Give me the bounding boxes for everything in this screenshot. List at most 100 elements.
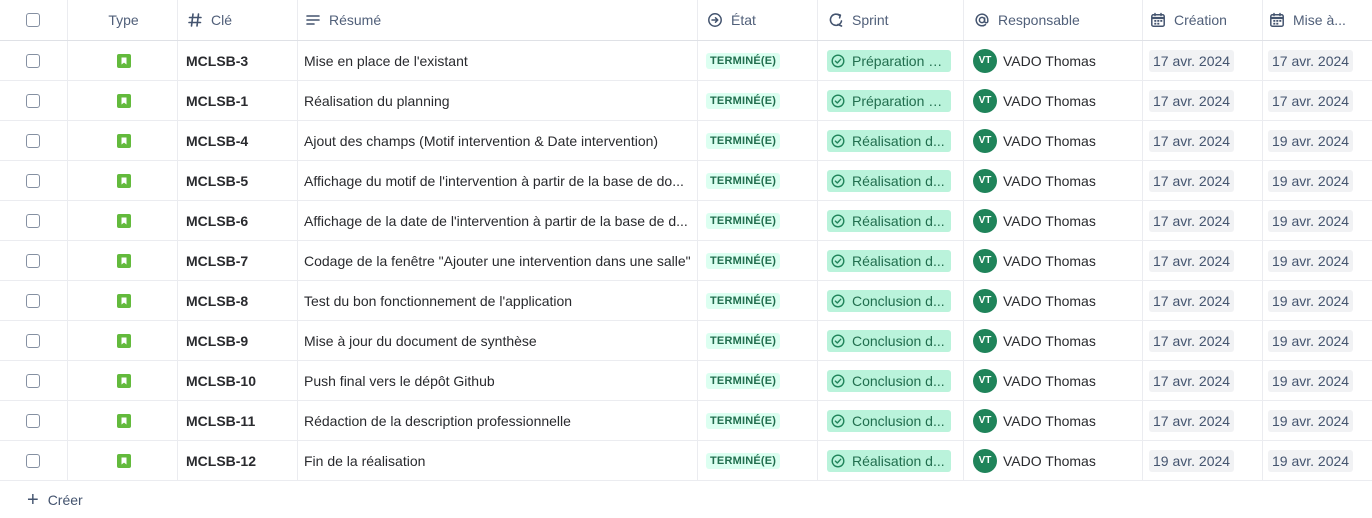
column-header-created[interactable]: Création — [1143, 0, 1263, 40]
row-checkbox[interactable] — [25, 133, 40, 148]
issue-key-link[interactable]: MCLSB-10 — [186, 373, 256, 389]
sprint-pill[interactable]: Réalisation d... — [827, 129, 951, 152]
issue-key-link[interactable]: MCLSB-9 — [186, 333, 248, 349]
assignee-cell[interactable]: VT VADO Thomas — [964, 81, 1143, 120]
assignee-cell[interactable]: VT VADO Thomas — [964, 201, 1143, 240]
select-all-cell — [0, 0, 68, 40]
status-lozenge[interactable]: TERMINÉ(E) — [706, 92, 781, 109]
summary-cell[interactable]: Affichage du motif de l'intervention à p… — [298, 161, 698, 200]
issue-key-link[interactable]: MCLSB-3 — [186, 53, 248, 69]
avatar: VT — [973, 128, 997, 153]
updated-date: 17 avr. 2024 — [1268, 49, 1354, 72]
sprint-pill[interactable]: Réalisation d... — [827, 449, 951, 472]
select-all-checkbox[interactable] — [25, 13, 40, 27]
table-row[interactable]: MCLSB-1 Réalisation du planning TERMINÉ(… — [0, 81, 1372, 121]
table-row[interactable]: MCLSB-8 Test du bon fonctionnement de l'… — [0, 281, 1372, 321]
issue-key-link[interactable]: MCLSB-11 — [186, 413, 255, 429]
updated-cell: 19 avr. 2024 — [1263, 161, 1372, 200]
status-lozenge[interactable]: TERMINÉ(E) — [706, 292, 781, 309]
column-header-state[interactable]: État — [698, 0, 818, 40]
assignee-cell[interactable]: VT VADO Thomas — [964, 241, 1143, 280]
sprint-cell: Préparation à... — [818, 81, 964, 120]
summary-cell[interactable]: Mise à jour du document de synthèse — [298, 321, 698, 360]
status-lozenge[interactable]: TERMINÉ(E) — [706, 332, 781, 349]
assignee-cell[interactable]: VT VADO Thomas — [964, 121, 1143, 160]
key-cell: MCLSB-1 — [178, 81, 298, 120]
summary-cell[interactable]: Codage de la fenêtre "Ajouter une interv… — [298, 241, 698, 280]
row-checkbox[interactable] — [25, 413, 40, 428]
sprint-pill[interactable]: Réalisation d... — [827, 209, 951, 232]
status-lozenge[interactable]: TERMINÉ(E) — [706, 372, 781, 389]
column-header-updated[interactable]: Mise à... — [1263, 0, 1372, 40]
create-issue-button[interactable]: + Créer — [0, 481, 1372, 518]
table-row[interactable]: MCLSB-7 Codage de la fenêtre "Ajouter un… — [0, 241, 1372, 281]
row-checkbox[interactable] — [25, 253, 40, 268]
table-row[interactable]: MCLSB-5 Affichage du motif de l'interven… — [0, 161, 1372, 201]
summary-cell[interactable]: Rédaction de la description professionne… — [298, 401, 698, 440]
issue-key-link[interactable]: MCLSB-12 — [186, 453, 256, 469]
table-row[interactable]: MCLSB-9 Mise à jour du document de synth… — [0, 321, 1372, 361]
row-checkbox[interactable] — [25, 53, 40, 68]
issue-key-link[interactable]: MCLSB-7 — [186, 253, 248, 269]
row-checkbox[interactable] — [25, 293, 40, 308]
avatar: VT — [973, 248, 997, 273]
column-header-type[interactable]: Type — [68, 0, 178, 40]
type-cell — [68, 81, 178, 120]
sprint-pill[interactable]: Réalisation d... — [827, 249, 951, 272]
assignee-cell[interactable]: VT VADO Thomas — [964, 321, 1143, 360]
summary-cell[interactable]: Ajout des champs (Motif intervention & D… — [298, 121, 698, 160]
row-checkbox[interactable] — [25, 373, 40, 388]
row-checkbox[interactable] — [25, 333, 40, 348]
status-lozenge[interactable]: TERMINÉ(E) — [706, 212, 781, 229]
issue-key-link[interactable]: MCLSB-5 — [186, 173, 248, 189]
status-lozenge[interactable]: TERMINÉ(E) — [706, 172, 781, 189]
sprint-pill[interactable]: Préparation à... — [827, 49, 951, 72]
state-cell: TERMINÉ(E) — [698, 401, 818, 440]
sprint-pill[interactable]: Conclusion d... — [827, 329, 951, 352]
summary-cell[interactable]: Réalisation du planning — [298, 81, 698, 120]
column-header-assignee[interactable]: Responsable — [964, 0, 1143, 40]
table-row[interactable]: MCLSB-3 Mise en place de l'existant TERM… — [0, 41, 1372, 81]
issue-key-link[interactable]: MCLSB-4 — [186, 133, 248, 149]
sprint-pill[interactable]: Conclusion d... — [827, 289, 951, 312]
summary-cell[interactable]: Test du bon fonctionnement de l'applicat… — [298, 281, 698, 320]
row-checkbox[interactable] — [25, 453, 40, 468]
issue-key-link[interactable]: MCLSB-8 — [186, 293, 248, 309]
summary-cell[interactable]: Affichage de la date de l'intervention à… — [298, 201, 698, 240]
assignee-cell[interactable]: VT VADO Thomas — [964, 281, 1143, 320]
status-lozenge[interactable]: TERMINÉ(E) — [706, 132, 781, 149]
story-icon — [116, 213, 131, 228]
table-row[interactable]: MCLSB-10 Push final vers le dépôt Github… — [0, 361, 1372, 401]
status-lozenge[interactable]: TERMINÉ(E) — [706, 252, 781, 269]
summary-cell[interactable]: Push final vers le dépôt Github — [298, 361, 698, 400]
sprint-pill[interactable]: Conclusion d... — [827, 369, 951, 392]
check-circle-icon — [831, 333, 845, 348]
assignee-cell[interactable]: VT VADO Thomas — [964, 41, 1143, 80]
status-lozenge[interactable]: TERMINÉ(E) — [706, 52, 781, 69]
column-header-key[interactable]: Clé — [178, 0, 298, 40]
sprint-label: Conclusion d... — [852, 332, 945, 349]
status-lozenge[interactable]: TERMINÉ(E) — [706, 412, 781, 429]
summary-cell[interactable]: Mise en place de l'existant — [298, 41, 698, 80]
summary-cell[interactable]: Fin de la réalisation — [298, 441, 698, 480]
table-row[interactable]: MCLSB-6 Affichage de la date de l'interv… — [0, 201, 1372, 241]
table-row[interactable]: MCLSB-4 Ajout des champs (Motif interven… — [0, 121, 1372, 161]
assignee-cell[interactable]: VT VADO Thomas — [964, 361, 1143, 400]
status-lozenge[interactable]: TERMINÉ(E) — [706, 452, 781, 469]
assignee-cell[interactable]: VT VADO Thomas — [964, 441, 1143, 480]
issue-key-link[interactable]: MCLSB-6 — [186, 213, 248, 229]
row-checkbox[interactable] — [25, 213, 40, 228]
table-row[interactable]: MCLSB-12 Fin de la réalisation TERMINÉ(E… — [0, 441, 1372, 481]
assignee-cell[interactable]: VT VADO Thomas — [964, 161, 1143, 200]
row-checkbox[interactable] — [25, 93, 40, 108]
updated-date: 19 avr. 2024 — [1268, 449, 1354, 472]
assignee-cell[interactable]: VT VADO Thomas — [964, 401, 1143, 440]
column-header-sprint[interactable]: Sprint — [818, 0, 964, 40]
table-row[interactable]: MCLSB-11 Rédaction de la description pro… — [0, 401, 1372, 441]
sprint-pill[interactable]: Réalisation d... — [827, 169, 951, 192]
row-checkbox[interactable] — [25, 173, 40, 188]
sprint-pill[interactable]: Conclusion d... — [827, 409, 951, 432]
sprint-pill[interactable]: Préparation à... — [827, 89, 951, 112]
issue-key-link[interactable]: MCLSB-1 — [186, 93, 248, 109]
column-header-summary[interactable]: Résumé — [298, 0, 698, 40]
